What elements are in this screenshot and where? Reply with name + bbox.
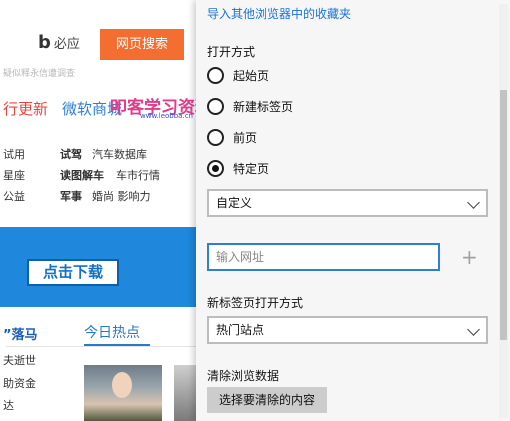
bing-logo[interactable]: b 必应	[38, 33, 80, 52]
background-web-page: b 必应 网页搜索 疑似释永信遭调查 行更新 微软商城 叩客学习资料网 www.…	[0, 0, 196, 421]
news-photo-person	[112, 372, 132, 398]
settings-pane: 导入其他浏览器中的收藏夹 打开方式 起始页 新建标签页 前页 特定页 自定义 +…	[196, 0, 510, 421]
choose-what-to-clear-button[interactable]: 选择要清除的内容	[207, 387, 327, 413]
radio-circle	[207, 66, 224, 84]
new-tab-select[interactable]: 热门站点	[207, 316, 488, 344]
page-top-strip	[0, 0, 196, 27]
open-with-heading: 打开方式	[207, 45, 256, 59]
select-value: 自定义	[216, 196, 253, 210]
news-photo-2[interactable]	[174, 365, 196, 421]
link-col2-bold-1[interactable]: 读图解车	[60, 167, 104, 183]
link-col1-2[interactable]: 公益	[3, 188, 25, 204]
select-value: 热门站点	[216, 323, 265, 337]
link-col2-0[interactable]: 汽车数据库	[92, 146, 147, 162]
clear-data-heading: 清除浏览数据	[207, 369, 280, 383]
link-col2-2[interactable]: 婚尚 影响力	[92, 188, 151, 204]
add-url-icon[interactable]: +	[461, 247, 478, 267]
radio-circle-selected	[207, 159, 224, 177]
download-button[interactable]: 点击下载	[27, 259, 119, 286]
scrollbar-thumb[interactable]	[500, 90, 507, 340]
chevron-down-icon	[467, 196, 480, 209]
bing-b-icon: b	[38, 31, 51, 53]
chevron-down-icon	[467, 323, 480, 336]
url-input[interactable]	[207, 243, 440, 271]
tab-today-hot[interactable]: 今日热点	[84, 322, 140, 342]
radio-circle	[207, 128, 224, 146]
link-col2-bold-2[interactable]: 军事	[60, 188, 82, 204]
radio-start-page[interactable]: 起始页	[207, 66, 269, 84]
bing-label: 必应	[53, 37, 80, 52]
watermark-url: www.leobba.cn	[140, 112, 193, 120]
link-col1-0[interactable]: 试用	[3, 146, 25, 162]
web-search-button[interactable]: 网页搜索	[100, 29, 184, 60]
radio-label: 前页	[233, 130, 258, 145]
news-item-1[interactable]: 助资金	[3, 375, 36, 391]
radio-circle	[207, 97, 224, 115]
radio-specific-page[interactable]: 特定页	[207, 159, 269, 177]
news-headline[interactable]: ”落马	[3, 324, 38, 343]
link-col1-1[interactable]: 星座	[3, 167, 25, 183]
radio-label: 起始页	[233, 68, 270, 83]
new-tab-heading: 新标签页打开方式	[207, 296, 304, 310]
news-item-2[interactable]: 达	[3, 397, 14, 413]
search-hint[interactable]: 疑似释永信遭调查	[3, 66, 75, 79]
radio-label: 新建标签页	[233, 99, 294, 114]
link-col2-bold-0[interactable]: 试驾	[60, 146, 82, 162]
radio-label: 特定页	[233, 161, 270, 176]
open-with-select[interactable]: 自定义	[207, 189, 488, 217]
headline-red[interactable]: 行更新	[3, 98, 48, 119]
news-item-0[interactable]: 夫逝世	[3, 352, 36, 368]
link-col2-1[interactable]: 车市行情	[116, 167, 160, 183]
tab-divider	[6, 346, 196, 347]
import-favorites-link[interactable]: 导入其他浏览器中的收藏夹	[207, 5, 351, 22]
radio-new-tab[interactable]: 新建标签页	[207, 97, 293, 115]
radio-previous-page[interactable]: 前页	[207, 128, 257, 146]
